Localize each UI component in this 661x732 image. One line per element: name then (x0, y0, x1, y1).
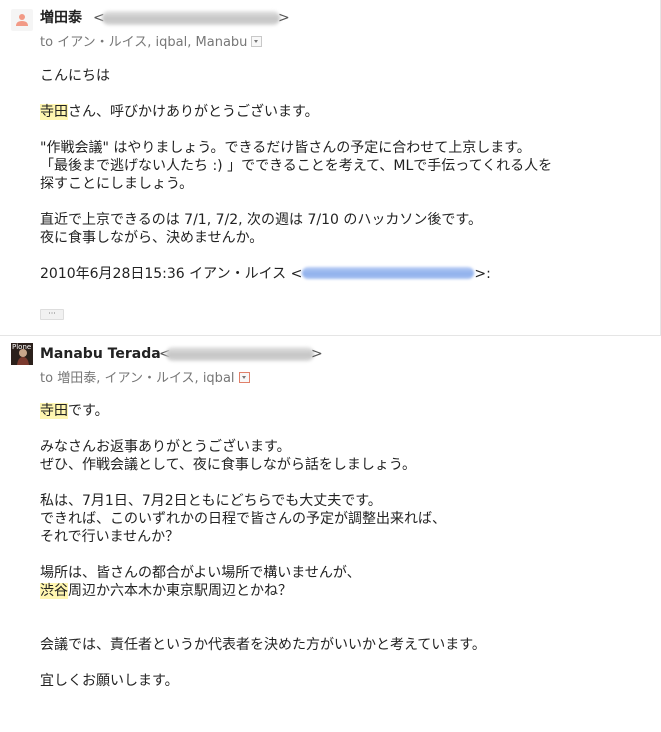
body-line: 宜しくお願いします。 (40, 673, 179, 689)
redacted-email (302, 267, 475, 279)
recipients-line: to 増田泰, イアン・ルイス, iqbal (40, 370, 250, 387)
recipients: 増田泰, イアン・ルイス, iqbal (57, 371, 235, 386)
body-line: 探すことにしましょう。 (40, 176, 194, 192)
show-trimmed-content-button[interactable]: ··· (40, 309, 64, 320)
recipients-line: to イアン・ルイス, iqbal, Manabu (40, 34, 263, 51)
email-close-bracket: > (278, 10, 290, 26)
to-label: to (40, 35, 54, 50)
sender-name[interactable]: Manabu Terada (40, 345, 161, 363)
highlighted-place: 渋谷 (40, 583, 68, 599)
body-line: 夜に食事しながら、決めませんか。 (40, 230, 264, 246)
body-line: "作戦会議" はやりましょう。できるだけ皆さんの予定に合わせて上京します。 (40, 140, 531, 156)
body-line: 直近で上京できるのは 7/1, 7/2, 次の週は 7/10 のハッカソン後です… (40, 212, 482, 228)
redacted-email (102, 11, 280, 25)
body-line: 寺田さん、呼びかけありがとうございます。 (40, 104, 319, 120)
highlighted-name: 寺田 (40, 403, 68, 419)
avatar-text: Plone (12, 343, 32, 351)
email-close-bracket: > (311, 346, 323, 362)
body-line: 私は、7月1日、7月2日ともにどちらでも大丈夫です。 (40, 493, 382, 509)
body-line: ぜひ、作戦会議として、夜に食事しながら話をしましょう。 (40, 457, 417, 473)
body-line: 「最後まで逃げない人たち :) 」でできることを考えて、MLで手伝ってくれる人を (40, 158, 553, 174)
profile-avatar[interactable]: Plone (11, 343, 33, 365)
highlighted-name: 寺田 (40, 104, 68, 120)
to-label: to (40, 371, 54, 386)
message-2: Plone Manabu Terada < > to 増田泰, イアン・ルイス,… (0, 336, 661, 732)
body-line: 会議では、責任者というか代表者を決めた方がいいかと考えています。 (40, 637, 486, 653)
recipients: イアン・ルイス, iqbal, Manabu (57, 35, 248, 50)
quote-header: 2010年6月28日15:36 イアン・ルイス < >: (40, 266, 491, 282)
sender-name[interactable]: 増田泰 (40, 9, 82, 27)
redacted-email (166, 347, 314, 361)
default-avatar-icon[interactable] (11, 9, 33, 31)
message-1: 増田泰 < > to イアン・ルイス, iqbal, Manabu こんにちは … (0, 0, 661, 335)
body-line: こんにちは (40, 68, 110, 84)
body-line: 場所は、皆さんの都合がよい場所で構いませんが、 (40, 565, 361, 581)
body-line: みなさんお返事ありがとうございます。 (40, 439, 291, 455)
message-body: 寺田です。 みなさんお返事ありがとうございます。 ぜひ、作戦会議として、夜に食事… (40, 402, 486, 690)
chevron-down-icon[interactable] (251, 36, 263, 47)
body-line: できれば、このいずれかの日程で皆さんの予定が調整出来れば、 (40, 511, 446, 527)
message-body: こんにちは 寺田さん、呼びかけありがとうございます。 "作戦会議" はやりましょ… (40, 67, 552, 283)
chevron-down-icon[interactable] (238, 372, 250, 383)
body-line: 寺田です。 (40, 403, 109, 419)
body-line: 渋谷周辺か六本木か東京駅周辺とかね？ (40, 583, 292, 599)
body-line: それで行いませんか？ (40, 529, 180, 545)
